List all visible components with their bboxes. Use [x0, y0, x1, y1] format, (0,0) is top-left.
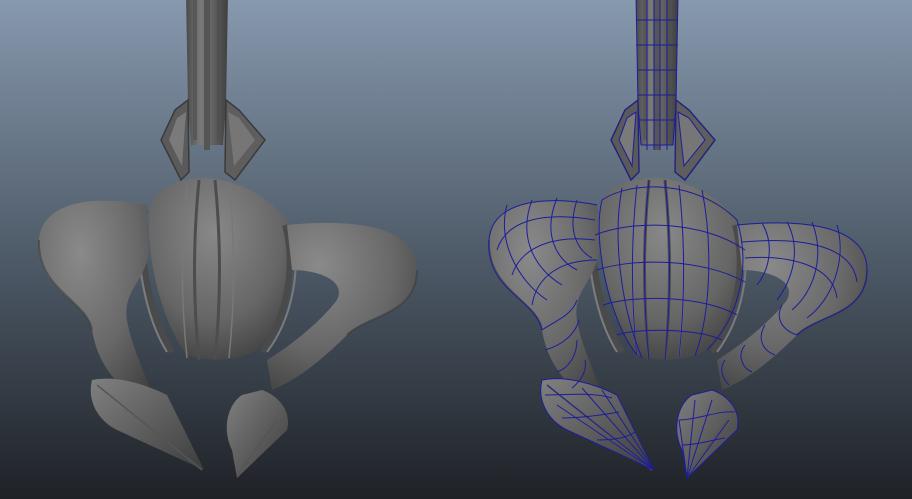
viewport-canvas[interactable] — [0, 0, 912, 499]
3d-viewport[interactable] — [0, 0, 912, 499]
